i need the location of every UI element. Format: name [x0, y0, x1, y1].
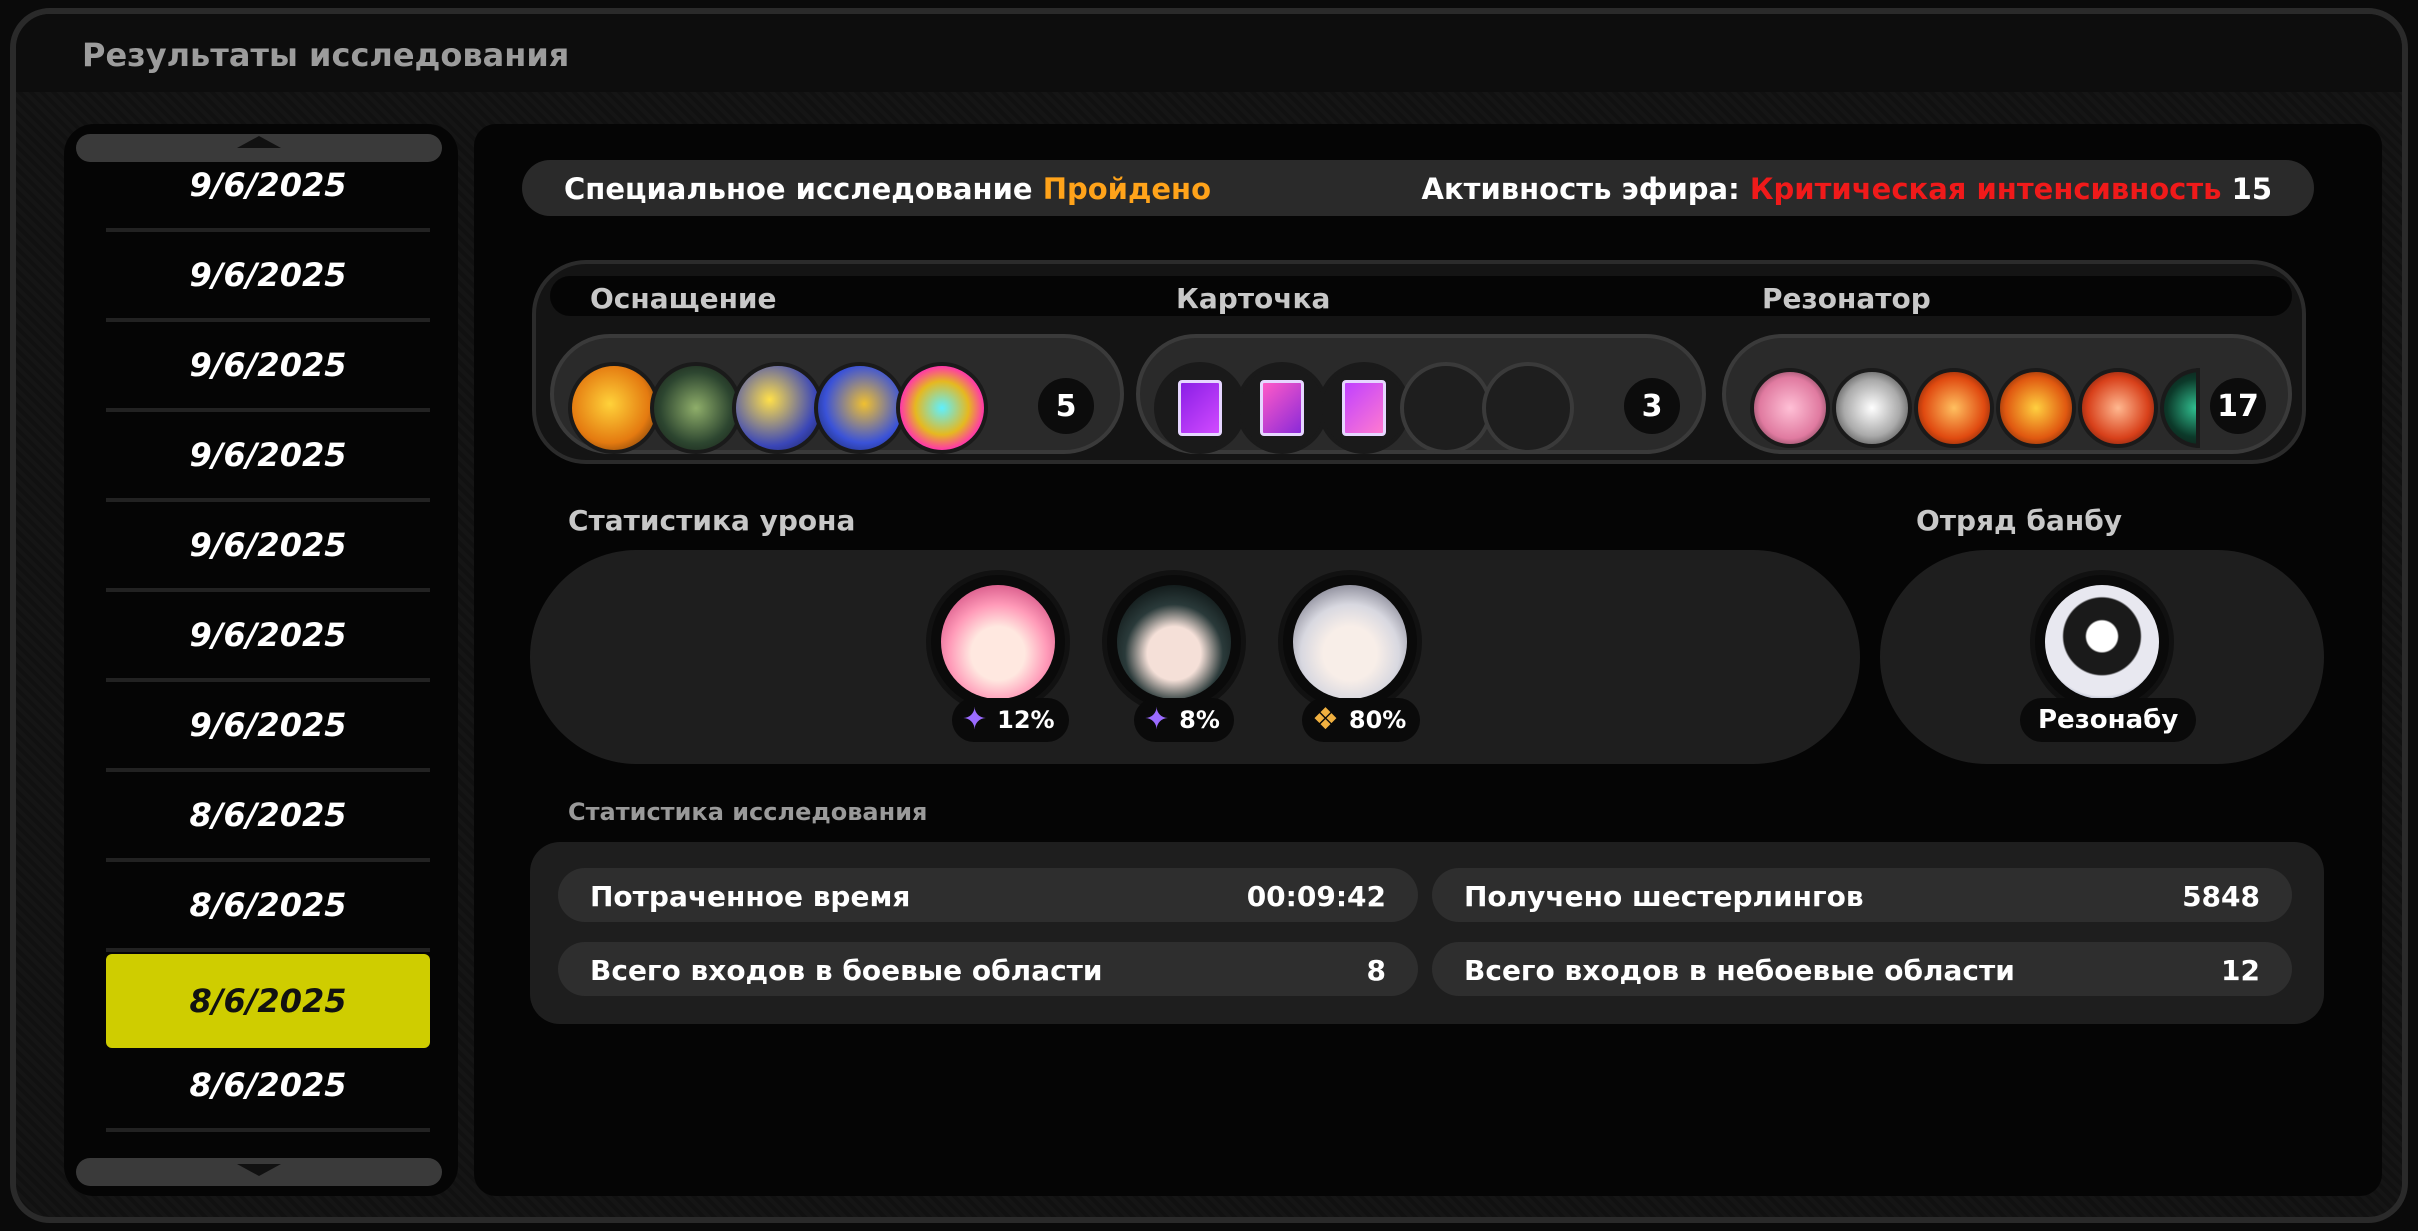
ether-activity-level: 15 — [2231, 172, 2272, 206]
scroll-up-button[interactable] — [76, 134, 442, 162]
gear-group: 5 — [550, 334, 1124, 454]
gear-item-icon[interactable] — [896, 362, 988, 454]
gear-item-icon[interactable] — [732, 362, 824, 454]
resonator-label: Резонатор — [1762, 282, 1931, 315]
scroll-down-button[interactable] — [76, 1158, 442, 1186]
date-item[interactable]: 9/6/2025 — [106, 412, 430, 502]
special-research-value: Пройдено — [1042, 172, 1212, 206]
date-item[interactable]: 8/6/2025 — [106, 862, 430, 952]
bangboo-name-badge: Резонабу — [2020, 698, 2197, 742]
gear-item-icon[interactable] — [568, 362, 660, 454]
card-empty-slot[interactable] — [1482, 362, 1574, 454]
stat-noncombat-entries: Всего входов в небоевые области 12 — [1432, 942, 2292, 996]
resonator-count: 17 — [2210, 378, 2266, 434]
agent-portrait[interactable] — [1102, 570, 1246, 714]
date-list: 9/6/2025 9/6/2025 9/6/2025 9/6/2025 9/6/… — [64, 164, 458, 1164]
date-item[interactable]: 8/6/2025 — [106, 772, 430, 862]
card-item-icon[interactable] — [1236, 362, 1328, 454]
stat-value: 00:09:42 — [1246, 880, 1386, 913]
ether-activity-label: Активность эфира: — [1421, 172, 1740, 206]
app-window: Результаты исследования 9/6/2025 9/6/202… — [10, 8, 2408, 1223]
results-panel: Специальное исследование Пройдено Активн… — [474, 124, 2382, 1196]
stat-label: Всего входов в небоевые области — [1464, 954, 2015, 987]
special-research-label: Специальное исследование — [564, 172, 1033, 206]
ether-activity-status: Активность эфира: Критическая интенсивно… — [1422, 172, 2272, 206]
gear-count: 5 — [1038, 378, 1094, 434]
date-item[interactable]: 9/6/2025 — [106, 164, 430, 232]
agent-damage-percent: 8% — [1179, 706, 1220, 734]
loadout-box: Оснащение Карточка Резонатор 5 3 17 — [532, 260, 2306, 464]
stat-value: 5848 — [2182, 880, 2260, 913]
status-bar: Специальное исследование Пройдено Активн… — [522, 160, 2314, 216]
agent-portrait[interactable] — [1278, 570, 1422, 714]
bangboo-box: Резонабу — [1880, 550, 2324, 764]
agent-portrait[interactable] — [926, 570, 1070, 714]
date-item-selected[interactable]: 8/6/2025 — [106, 954, 430, 1048]
card-count: 3 — [1624, 378, 1680, 434]
date-item[interactable]: 9/6/2025 — [106, 682, 430, 772]
card-empty-slot[interactable] — [1400, 362, 1492, 454]
date-item[interactable]: 9/6/2025 — [106, 322, 430, 412]
ether-sparkle-icon: ✦ — [1144, 702, 1170, 737]
agent-damage-badge: ✦ 12% — [952, 698, 1069, 742]
bangboo-portrait[interactable] — [2030, 570, 2174, 714]
ether-sparkle-icon: ✦ — [962, 702, 988, 737]
loadout-header: Оснащение Карточка Резонатор — [550, 276, 2292, 316]
resonator-item-icon[interactable] — [1750, 368, 1830, 448]
date-item[interactable]: 9/6/2025 — [106, 502, 430, 592]
stat-combat-entries: Всего входов в боевые области 8 — [558, 942, 1418, 996]
resonator-item-icon[interactable] — [2078, 368, 2158, 448]
resonator-item-icon[interactable] — [2160, 368, 2200, 448]
stat-value: 12 — [2221, 954, 2260, 987]
stat-gears-obtained: Получено шестерлингов 5848 — [1432, 868, 2292, 922]
bangboo-title: Отряд банбу — [1916, 504, 2123, 537]
agent-damage-percent: 12% — [997, 706, 1055, 734]
gear-item-icon[interactable] — [814, 362, 906, 454]
agent-damage-badge: ❖ 80% — [1302, 698, 1421, 742]
attack-diamond-icon: ❖ — [1312, 702, 1339, 737]
resonator-group: 17 — [1722, 334, 2292, 454]
gear-label: Оснащение — [590, 282, 777, 315]
title-bar: Результаты исследования — [16, 14, 2402, 92]
date-item[interactable]: 8/6/2025 — [106, 1042, 430, 1132]
stat-value: 8 — [1366, 954, 1386, 987]
agent-damage-badge: ✦ 8% — [1134, 698, 1234, 742]
damage-stats-box: ✦ 12% ✦ 8% ❖ 80% — [530, 550, 1860, 764]
agent-damage-percent: 80% — [1348, 706, 1407, 734]
stat-label: Получено шестерлингов — [1464, 880, 1864, 913]
special-research-status: Специальное исследование Пройдено — [564, 172, 1211, 206]
research-stats-title: Статистика исследования — [568, 798, 928, 826]
stat-label: Всего входов в боевые области — [590, 954, 1103, 987]
card-group: 3 — [1136, 334, 1706, 454]
resonator-item-icon[interactable] — [1914, 368, 1994, 448]
resonator-item-icon[interactable] — [1832, 368, 1912, 448]
bangboo-name: Резонабу — [2038, 705, 2179, 735]
gear-item-icon[interactable] — [650, 362, 742, 454]
stat-time-spent: Потраченное время 00:09:42 — [558, 868, 1418, 922]
stat-label: Потраченное время — [590, 880, 911, 913]
card-item-icon[interactable] — [1318, 362, 1410, 454]
resonator-item-icon[interactable] — [1996, 368, 2076, 448]
window-title: Результаты исследования — [82, 36, 570, 74]
research-stats-box: Потраченное время 00:09:42 Получено шест… — [530, 842, 2324, 1024]
date-item[interactable]: 9/6/2025 — [106, 232, 430, 322]
card-label: Карточка — [1176, 282, 1331, 315]
ether-activity-value: Критическая интенсивность — [1749, 172, 2222, 206]
card-item-icon[interactable] — [1154, 362, 1246, 454]
date-item[interactable]: 9/6/2025 — [106, 592, 430, 682]
date-list-panel: 9/6/2025 9/6/2025 9/6/2025 9/6/2025 9/6/… — [64, 124, 458, 1196]
damage-stats-title: Статистика урона — [568, 504, 856, 537]
